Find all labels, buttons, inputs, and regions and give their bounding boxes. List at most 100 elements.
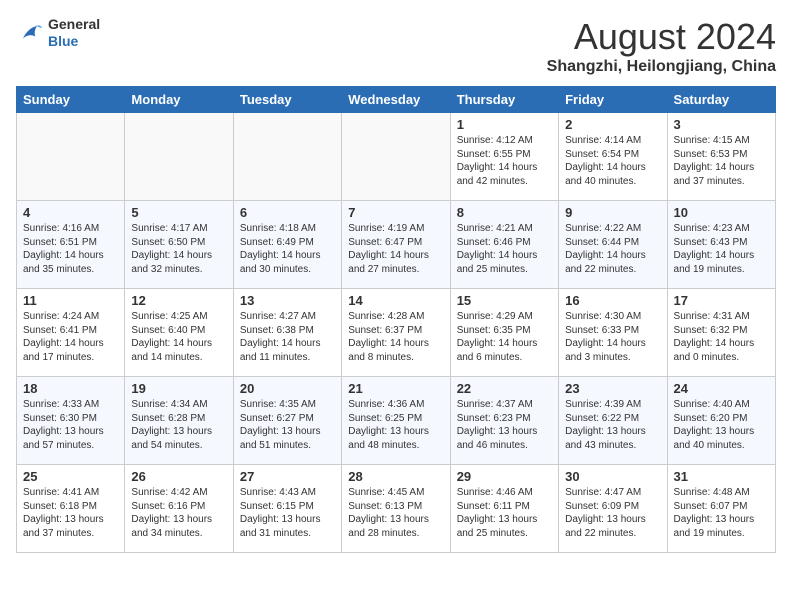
day-info: Sunrise: 4:35 AM Sunset: 6:27 PM Dayligh…: [240, 398, 335, 452]
calendar-cell: 30Sunrise: 4:47 AM Sunset: 6:09 PM Dayli…: [559, 465, 667, 553]
day-number: 27: [240, 469, 335, 484]
weekday-header-wednesday: Wednesday: [342, 87, 450, 113]
weekday-header-thursday: Thursday: [450, 87, 558, 113]
week-row-2: 4 Sunrise: 4:16 AM Sunset: 6:51 PM Daylig…: [17, 201, 776, 289]
day-number: 11: [23, 293, 118, 308]
day-info: Sunrise: 4:22 AM Sunset: 6:44 PM Dayligh…: [565, 222, 660, 276]
calendar-cell: 8 Sunrise: 4:21 AM Sunset: 6:46 PM Daylig…: [450, 201, 558, 289]
calendar-cell: 21 Sunrise: 4:36 AM Sunset: 6:25 PM Dayli…: [342, 377, 450, 465]
day-info: Sunrise: 4:27 AM Sunset: 6:38 PM Dayligh…: [240, 310, 335, 364]
day-info: Sunrise: 4:36 AM Sunset: 6:25 PM Dayligh…: [348, 398, 443, 452]
day-number: 5: [131, 205, 226, 220]
day-number: 21: [348, 381, 443, 396]
day-number: 6: [240, 205, 335, 220]
logo-bird-icon: [16, 19, 44, 47]
day-info: Sunrise: 4:23 AM Sunset: 6:43 PM Dayligh…: [674, 222, 769, 276]
day-number: 8: [457, 205, 552, 220]
day-info: Sunrise: 4:33 AM Sunset: 6:30 PM Dayligh…: [23, 398, 118, 452]
week-row-3: 11 Sunrise: 4:24 AM Sunset: 6:41 PM Dayli…: [17, 289, 776, 377]
calendar-cell: 18 Sunrise: 4:33 AM Sunset: 6:30 PM Dayli…: [17, 377, 125, 465]
day-info: Sunrise: 4:18 AM Sunset: 6:49 PM Dayligh…: [240, 222, 335, 276]
calendar-cell: 15 Sunrise: 4:29 AM Sunset: 6:35 PM Dayli…: [450, 289, 558, 377]
calendar-cell: 24Sunrise: 4:40 AM Sunset: 6:20 PM Dayli…: [667, 377, 775, 465]
calendar-cell: 12Sunrise: 4:25 AM Sunset: 6:40 PM Dayli…: [125, 289, 233, 377]
month-title: August 2024: [547, 16, 776, 58]
calendar-cell: [342, 113, 450, 201]
day-info: Sunrise: 4:48 AM Sunset: 6:07 PM Dayligh…: [674, 486, 769, 540]
day-info: Sunrise: 4:17 AM Sunset: 6:50 PM Dayligh…: [131, 222, 226, 276]
calendar-cell: 3Sunrise: 4:15 AM Sunset: 6:53 PM Daylig…: [667, 113, 775, 201]
day-number: 12: [131, 293, 226, 308]
calendar-cell: 1 Sunrise: 4:12 AM Sunset: 6:55 PM Daylig…: [450, 113, 558, 201]
day-info: Sunrise: 4:24 AM Sunset: 6:41 PM Dayligh…: [23, 310, 118, 364]
page-header: General Blue August 2024 Shangzhi, Heilo…: [16, 16, 776, 76]
day-number: 4: [23, 205, 118, 220]
day-number: 2: [565, 117, 660, 132]
calendar-cell: 14Sunrise: 4:28 AM Sunset: 6:37 PM Dayli…: [342, 289, 450, 377]
week-row-1: 1 Sunrise: 4:12 AM Sunset: 6:55 PM Daylig…: [17, 113, 776, 201]
day-number: 19: [131, 381, 226, 396]
day-number: 18: [23, 381, 118, 396]
logo: General Blue: [16, 16, 100, 50]
calendar-cell: 6 Sunrise: 4:18 AM Sunset: 6:49 PM Daylig…: [233, 201, 341, 289]
calendar-cell: 28Sunrise: 4:45 AM Sunset: 6:13 PM Dayli…: [342, 465, 450, 553]
day-info: Sunrise: 4:15 AM Sunset: 6:53 PM Dayligh…: [674, 134, 769, 188]
day-number: 17: [674, 293, 769, 308]
day-number: 29: [457, 469, 552, 484]
day-number: 20: [240, 381, 335, 396]
calendar-cell: 10 Sunrise: 4:23 AM Sunset: 6:43 PM Dayli…: [667, 201, 775, 289]
calendar-cell: 17 Sunrise: 4:31 AM Sunset: 6:32 PM Dayli…: [667, 289, 775, 377]
day-number: 7: [348, 205, 443, 220]
calendar-cell: [125, 113, 233, 201]
calendar-cell: 16Sunrise: 4:30 AM Sunset: 6:33 PM Dayli…: [559, 289, 667, 377]
weekday-header-sunday: Sunday: [17, 87, 125, 113]
day-info: Sunrise: 4:47 AM Sunset: 6:09 PM Dayligh…: [565, 486, 660, 540]
day-info: Sunrise: 4:40 AM Sunset: 6:20 PM Dayligh…: [674, 398, 769, 452]
day-number: 31: [674, 469, 769, 484]
day-info: Sunrise: 4:19 AM Sunset: 6:47 PM Dayligh…: [348, 222, 443, 276]
weekday-header-tuesday: Tuesday: [233, 87, 341, 113]
calendar-cell: 26 Sunrise: 4:42 AM Sunset: 6:16 PM Dayli…: [125, 465, 233, 553]
calendar-cell: 23 Sunrise: 4:39 AM Sunset: 6:22 PM Dayli…: [559, 377, 667, 465]
day-number: 23: [565, 381, 660, 396]
day-info: Sunrise: 4:34 AM Sunset: 6:28 PM Dayligh…: [131, 398, 226, 452]
calendar-cell: 5 Sunrise: 4:17 AM Sunset: 6:50 PM Daylig…: [125, 201, 233, 289]
day-number: 9: [565, 205, 660, 220]
weekday-header-monday: Monday: [125, 87, 233, 113]
day-info: Sunrise: 4:29 AM Sunset: 6:35 PM Dayligh…: [457, 310, 552, 364]
calendar-cell: 25Sunrise: 4:41 AM Sunset: 6:18 PM Dayli…: [17, 465, 125, 553]
day-info: Sunrise: 4:39 AM Sunset: 6:22 PM Dayligh…: [565, 398, 660, 452]
calendar-cell: 31 Sunrise: 4:48 AM Sunset: 6:07 PM Dayli…: [667, 465, 775, 553]
day-info: Sunrise: 4:14 AM Sunset: 6:54 PM Dayligh…: [565, 134, 660, 188]
calendar-cell: 29Sunrise: 4:46 AM Sunset: 6:11 PM Dayli…: [450, 465, 558, 553]
calendar-table: SundayMondayTuesdayWednesdayThursdayFrid…: [16, 86, 776, 553]
title-area: August 2024 Shangzhi, Heilongjiang, Chin…: [547, 16, 776, 76]
calendar-cell: 2 Sunrise: 4:14 AM Sunset: 6:54 PM Daylig…: [559, 113, 667, 201]
day-number: 13: [240, 293, 335, 308]
day-number: 15: [457, 293, 552, 308]
weekday-header-row: SundayMondayTuesdayWednesdayThursdayFrid…: [17, 87, 776, 113]
week-row-4: 18 Sunrise: 4:33 AM Sunset: 6:30 PM Dayli…: [17, 377, 776, 465]
calendar-cell: 22Sunrise: 4:37 AM Sunset: 6:23 PM Dayli…: [450, 377, 558, 465]
calendar-cell: [233, 113, 341, 201]
day-number: 16: [565, 293, 660, 308]
day-number: 1: [457, 117, 552, 132]
day-number: 10: [674, 205, 769, 220]
day-info: Sunrise: 4:21 AM Sunset: 6:46 PM Dayligh…: [457, 222, 552, 276]
day-info: Sunrise: 4:31 AM Sunset: 6:32 PM Dayligh…: [674, 310, 769, 364]
day-info: Sunrise: 4:12 AM Sunset: 6:55 PM Dayligh…: [457, 134, 552, 188]
day-info: Sunrise: 4:42 AM Sunset: 6:16 PM Dayligh…: [131, 486, 226, 540]
day-info: Sunrise: 4:41 AM Sunset: 6:18 PM Dayligh…: [23, 486, 118, 540]
weekday-header-saturday: Saturday: [667, 87, 775, 113]
day-number: 28: [348, 469, 443, 484]
logo-text: General Blue: [48, 16, 100, 50]
calendar-cell: 7 Sunrise: 4:19 AM Sunset: 6:47 PM Daylig…: [342, 201, 450, 289]
day-number: 26: [131, 469, 226, 484]
day-number: 14: [348, 293, 443, 308]
calendar-cell: [17, 113, 125, 201]
calendar-cell: 13 Sunrise: 4:27 AM Sunset: 6:38 PM Dayli…: [233, 289, 341, 377]
calendar-cell: 11 Sunrise: 4:24 AM Sunset: 6:41 PM Dayli…: [17, 289, 125, 377]
day-info: Sunrise: 4:16 AM Sunset: 6:51 PM Dayligh…: [23, 222, 118, 276]
day-info: Sunrise: 4:43 AM Sunset: 6:15 PM Dayligh…: [240, 486, 335, 540]
calendar-cell: 20 Sunrise: 4:35 AM Sunset: 6:27 PM Dayli…: [233, 377, 341, 465]
